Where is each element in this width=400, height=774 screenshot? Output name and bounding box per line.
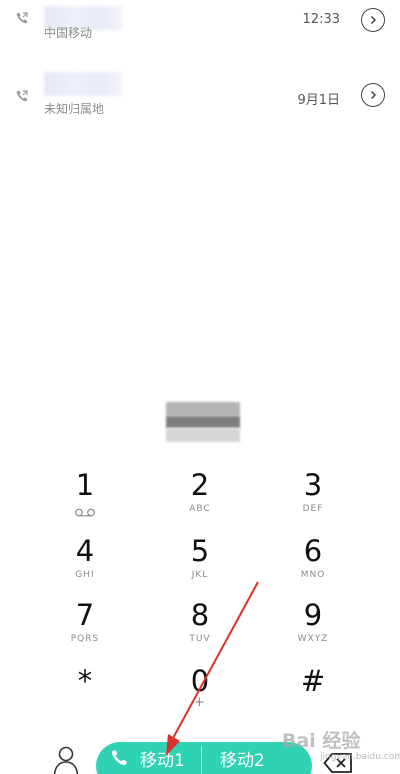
key-7[interactable]: 7 PQRS	[30, 598, 140, 658]
key-letters: DEF	[302, 504, 324, 514]
sim2-label: 移动2	[220, 750, 265, 771]
sim1-label: 移动1	[140, 750, 185, 771]
key-8[interactable]: 8 TUV	[145, 598, 255, 658]
watermark-url: jingyan.baidu.com	[320, 752, 400, 762]
call-log-item[interactable]: 中国移动 12:33	[0, 6, 400, 46]
key-letters: MNO	[300, 570, 326, 580]
key-1[interactable]: 1	[30, 468, 140, 528]
key-letters: +	[194, 695, 206, 710]
outgoing-call-icon	[16, 90, 28, 102]
contacts-button[interactable]	[48, 742, 84, 774]
dialed-number-redacted	[166, 402, 240, 442]
key-digit: 9	[303, 598, 323, 632]
dial-keypad: 1 2 ABC 3 DEF 4 GHI 5 JKL 6 MNO 7 PQRS 8…	[0, 468, 400, 724]
phone-icon	[111, 750, 127, 766]
call-location: 中国移动	[44, 26, 93, 40]
key-digit: 0	[190, 664, 210, 698]
key-letters: JKL	[191, 570, 209, 580]
call-detail-button[interactable]	[361, 83, 385, 107]
key-digit: 4	[75, 534, 95, 568]
call-time: 12:33	[302, 12, 340, 27]
key-3[interactable]: 3 DEF	[258, 468, 368, 528]
chevron-right-icon	[370, 15, 377, 25]
call-location: 未知归属地	[44, 102, 105, 116]
key-digit: 7	[75, 598, 95, 632]
person-icon	[53, 746, 79, 774]
key-letters: TUV	[189, 634, 211, 644]
key-0[interactable]: 0 +	[145, 664, 255, 724]
key-digit: 8	[190, 598, 210, 632]
chevron-right-icon	[370, 90, 377, 100]
key-letters: ABC	[189, 504, 211, 514]
call-button-group: 移动1 移动2	[96, 742, 312, 774]
contact-name-redacted	[44, 72, 122, 96]
call-sim1-button[interactable]: 移动1	[110, 742, 185, 774]
key-digit: 5	[190, 534, 210, 568]
key-letters: WXYZ	[297, 634, 329, 644]
voicemail-icon	[75, 508, 95, 517]
key-6[interactable]: 6 MNO	[258, 534, 368, 594]
key-2[interactable]: 2 ABC	[145, 468, 255, 528]
key-4[interactable]: 4 GHI	[30, 534, 140, 594]
call-log-item[interactable]: 未知归属地 9月1日	[0, 72, 400, 116]
redaction-block	[166, 428, 240, 442]
key-letters: GHI	[75, 570, 95, 580]
key-5[interactable]: 5 JKL	[145, 534, 255, 594]
key-star[interactable]: *	[30, 664, 140, 724]
outgoing-call-icon	[16, 12, 28, 24]
key-hash[interactable]: #	[258, 664, 368, 724]
redaction-block	[166, 416, 240, 428]
key-digit: #	[300, 664, 326, 698]
key-digit: 3	[303, 468, 323, 502]
key-digit: 1	[75, 468, 95, 502]
key-letters: PQRS	[70, 634, 100, 644]
call-sim2-button[interactable]: 移动2	[220, 742, 265, 774]
key-digit: 6	[303, 534, 323, 568]
call-time: 9月1日	[297, 93, 340, 108]
key-9[interactable]: 9 WXYZ	[258, 598, 368, 658]
call-detail-button[interactable]	[361, 8, 385, 32]
redaction-block	[166, 402, 240, 416]
key-digit: *	[77, 664, 93, 698]
key-digit: 2	[190, 468, 210, 502]
dialer-screen: 中国移动 12:33 未知归属地 9月1日 1 2 ABC 3 DEF 4 GH…	[0, 0, 400, 774]
sim-divider	[201, 746, 202, 774]
